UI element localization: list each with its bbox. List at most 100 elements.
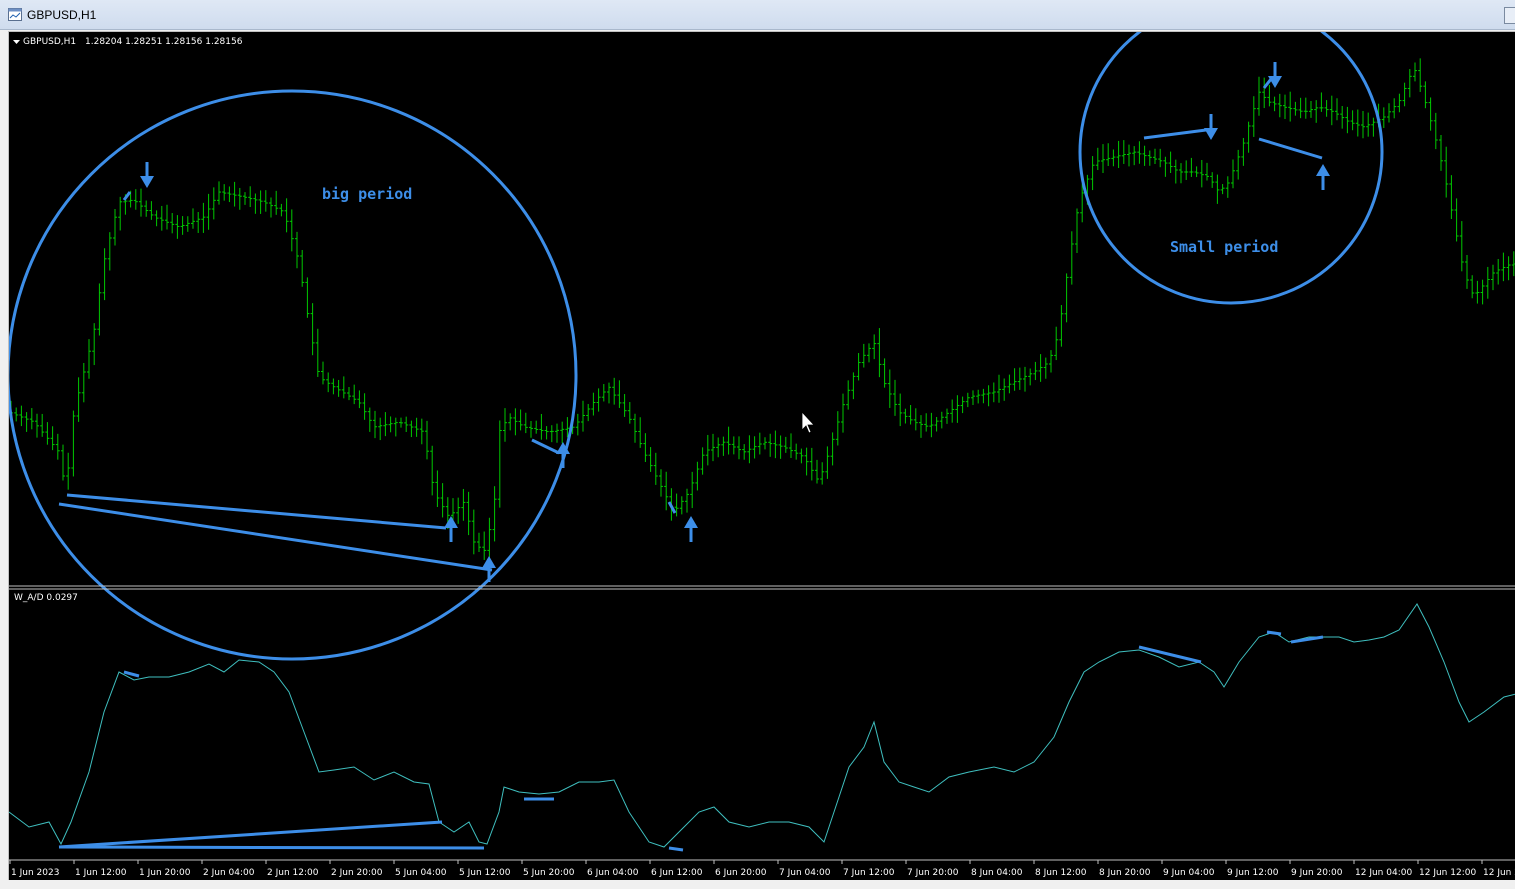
- time-tick: 7 Jun 12:00: [841, 860, 895, 878]
- price-bar: [1345, 106, 1350, 134]
- indicator-trend-line: [58, 820, 443, 849]
- indicator-panel[interactable]: W_A/D 0.0297: [9, 593, 1515, 852]
- price-bar: [835, 411, 840, 446]
- arrow-down-icon: [1268, 62, 1282, 88]
- price-bar: [789, 433, 793, 459]
- price-bar: [1231, 159, 1235, 189]
- trend-line: [1143, 128, 1207, 140]
- price-bar: [40, 413, 45, 437]
- price-bar: [217, 181, 221, 205]
- price-bar: [539, 413, 544, 440]
- time-tick-label: 2 Jun 04:00: [203, 868, 255, 878]
- price-bar: [336, 379, 341, 397]
- price-bar: [711, 433, 715, 462]
- price-bar: [1407, 69, 1412, 98]
- price-bar: [19, 405, 24, 427]
- price-bar: [1496, 259, 1501, 285]
- price-bar: [555, 423, 559, 443]
- price-bar: [435, 470, 440, 507]
- price-bar: [1101, 144, 1105, 173]
- price-bar: [61, 444, 65, 481]
- price-bar: [955, 395, 960, 423]
- price-bar: [757, 432, 762, 455]
- time-tick-label: 2 Jun 12:00: [267, 868, 319, 878]
- price-bar: [1423, 81, 1428, 109]
- mouse-cursor-icon: [801, 410, 815, 434]
- chart-canvas: GBPUSD,H1 1.28204 1.28251 1.28156 1.2815…: [9, 32, 1515, 878]
- price-bar: [393, 417, 398, 437]
- price-bar: [1199, 159, 1204, 188]
- price-bar: [742, 444, 747, 460]
- price-bar: [721, 436, 726, 456]
- price-bar: [908, 405, 913, 425]
- trend-line: [531, 438, 560, 455]
- price-bar: [315, 328, 320, 377]
- price-bar: [414, 417, 419, 437]
- small-period-circle: [1078, 32, 1384, 305]
- price-bar: [1173, 159, 1178, 184]
- price-bar: [591, 392, 596, 416]
- trend-line: [667, 501, 677, 514]
- price-bar: [809, 447, 814, 481]
- price-bar: [201, 202, 206, 233]
- price-bar: [950, 399, 955, 423]
- divergence-markup: [9, 32, 1384, 661]
- price-bar: [1111, 149, 1116, 167]
- price-bar: [1433, 112, 1438, 150]
- price-bar: [133, 189, 138, 210]
- price-bar: [617, 380, 622, 408]
- panel-menu-triangle-icon[interactable]: [13, 40, 20, 44]
- time-tick-label: 8 Jun 04:00: [971, 868, 1023, 878]
- window-title: GBPUSD,H1: [27, 8, 97, 22]
- price-bar: [976, 389, 981, 404]
- price-bar: [705, 434, 710, 466]
- time-tick: 2 Jun 12:00: [265, 860, 319, 878]
- price-bar: [934, 416, 939, 432]
- price-bar: [882, 358, 887, 388]
- price-bar: [1293, 101, 1298, 116]
- time-tick-label: 2 Jun 20:00: [331, 868, 383, 878]
- price-bar: [1142, 145, 1147, 166]
- time-tick: 9 Jun 20:00: [1289, 860, 1343, 878]
- price-bar: [544, 426, 549, 440]
- price-bar: [1283, 94, 1287, 120]
- time-tick: 2 Jun 04:00: [201, 860, 255, 878]
- time-tick: 6 Jun 12:00: [649, 860, 703, 878]
- price-bar: [300, 249, 305, 287]
- price-bar: [341, 376, 346, 399]
- price-bar: [1095, 147, 1100, 171]
- price-bar: [1350, 110, 1355, 131]
- price-bar: [1257, 76, 1261, 116]
- price-panel[interactable]: GBPUSD,H1 1.28204 1.28251 1.28156 1.2815…: [9, 32, 1515, 661]
- price-bar: [737, 436, 741, 460]
- price-bar: [726, 426, 731, 455]
- time-tick-label: 8 Jun 20:00: [1099, 868, 1151, 878]
- time-tick: 1 Jun 12:00: [73, 860, 127, 878]
- price-bar: [185, 216, 190, 232]
- time-axis: 1 Jun 2023 1 Jun 12:00 1 Jun 20:00 2 Jun 04…: [9, 860, 1515, 878]
- price-bar: [1444, 146, 1449, 198]
- chart-area[interactable]: GBPUSD,H1 1.28204 1.28251 1.28156 1.2815…: [8, 31, 1515, 880]
- price-bar: [685, 488, 689, 513]
- price-bar: [92, 323, 97, 366]
- maximize-button[interactable]: [1504, 7, 1515, 24]
- price-bar: [596, 388, 601, 412]
- time-tick: 7 Jun 20:00: [905, 860, 959, 878]
- price-bar: [1361, 110, 1365, 139]
- price-bar: [534, 420, 539, 434]
- price-bar: [1366, 112, 1371, 137]
- price-bar: [263, 190, 268, 212]
- price-bar: [191, 208, 195, 229]
- price-bar: [1413, 62, 1417, 82]
- price-bar: [856, 353, 861, 381]
- time-tick-label: 1 Jun 12:00: [75, 868, 127, 878]
- price-bar: [1184, 160, 1189, 180]
- time-tick-label: 9 Jun 04:00: [1163, 868, 1215, 878]
- price-bar: [1381, 107, 1386, 129]
- price-bar: [497, 420, 502, 508]
- price-bar: [763, 437, 767, 450]
- price-bar: [1449, 175, 1454, 220]
- price-bar: [601, 384, 606, 402]
- time-tick: 8 Jun 20:00: [1097, 860, 1151, 878]
- status-strip: [0, 880, 1515, 889]
